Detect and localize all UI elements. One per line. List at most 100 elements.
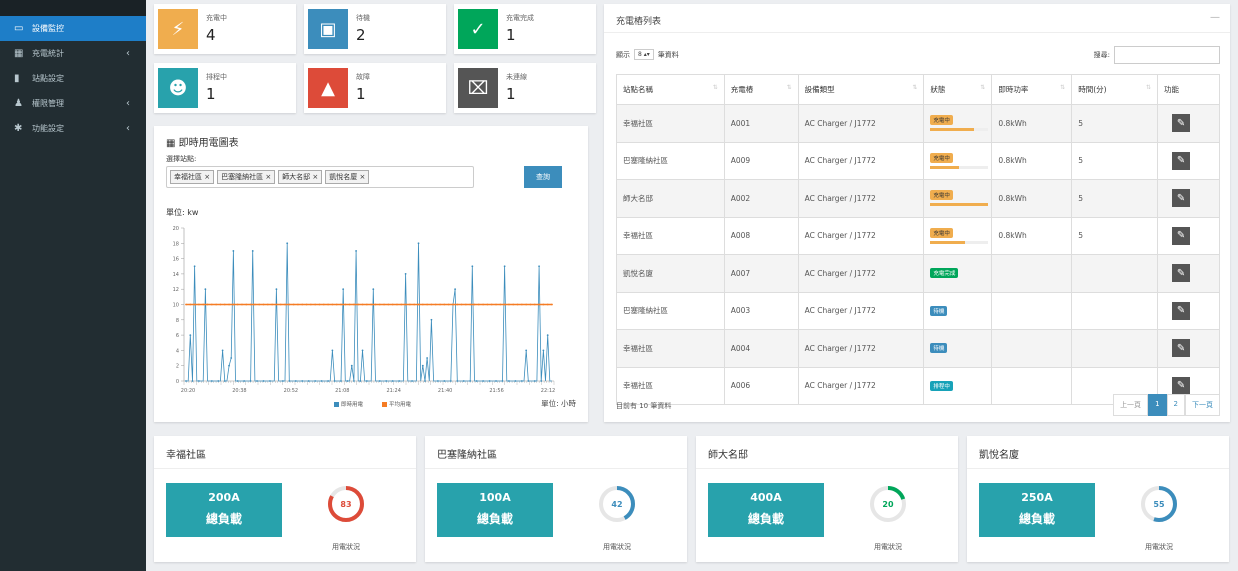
edit-icon[interactable]: ✎ — [1172, 301, 1191, 320]
site-tag[interactable]: 巴塞隆納社區 × — [217, 170, 276, 184]
status-badge: 充電完成 — [930, 268, 959, 279]
site-card: 巴塞隆納社區 100A 總負載 42 用電狀況 — [425, 436, 687, 562]
avg-point — [421, 303, 424, 306]
select-site-label: 選擇站點: — [166, 155, 197, 163]
data-point — [443, 380, 446, 382]
power-cell: 0.8kWh — [991, 104, 1073, 143]
site-tag[interactable]: 師大名邸 × — [278, 170, 323, 184]
avg-point — [520, 303, 523, 306]
data-point — [301, 380, 304, 382]
data-point — [488, 380, 491, 382]
search-input[interactable] — [1114, 46, 1220, 64]
table-row: 凱悅名廈 A007 AC Charger / J1772 充電完成 ✎ — [616, 254, 1220, 293]
status-cell: 待機 — [923, 329, 993, 368]
grid-icon: ▦ — [14, 48, 24, 59]
x-tick-label: 22:12 — [541, 388, 555, 394]
sidebar-item-0[interactable]: ▭ 設備監控 — [0, 16, 146, 41]
avg-point — [361, 303, 364, 306]
prev-page-button[interactable]: 上一頁 — [1113, 394, 1149, 416]
logo-strip — [0, 0, 146, 16]
data-point — [340, 380, 342, 382]
edit-icon[interactable]: ✎ — [1172, 339, 1191, 358]
data-point — [193, 265, 196, 268]
avg-point — [439, 303, 441, 306]
pile-cell: A002 — [723, 179, 799, 218]
minutes-cell: 5 — [1071, 141, 1159, 180]
data-point — [508, 380, 510, 382]
status-cell: 充電中 — [923, 179, 993, 218]
sort-icon[interactable]: ⇅ — [980, 84, 985, 91]
site-multiselect[interactable]: 幸福社區 × 巴塞隆納社區 × 師大名邸 × 凱悅名廈 × — [166, 166, 474, 188]
action-cell: ✎ — [1157, 254, 1220, 293]
edit-icon[interactable]: ✎ — [1172, 264, 1191, 283]
page-button[interactable]: 2 — [1166, 394, 1185, 416]
minutes-cell — [1071, 254, 1159, 293]
progress-fill — [930, 240, 966, 244]
page-button[interactable]: 1 — [1148, 394, 1167, 416]
table-title: 充電樁列表 — [616, 17, 662, 27]
site-tag[interactable]: 幸福社區 × — [170, 170, 215, 184]
data-point — [495, 380, 497, 382]
data-point — [501, 380, 504, 382]
site-cell: 巴塞隆納社區 — [616, 291, 725, 330]
usage-gauge: 55 — [1141, 486, 1177, 522]
warning-icon: ▲ — [308, 68, 348, 108]
column-header[interactable]: 時間(分) ⇅ — [1071, 74, 1159, 105]
sort-icon[interactable]: ⇅ — [912, 84, 917, 91]
data-point — [217, 380, 220, 382]
gauge-caption: 用電狀況 — [874, 543, 902, 551]
data-point — [191, 380, 194, 382]
data-point — [482, 380, 485, 382]
site-tag[interactable]: 凱悅名廈 × — [325, 170, 370, 184]
sort-icon[interactable]: ⇅ — [713, 84, 718, 91]
sidebar-item-4[interactable]: ✱ 功能設定 ‹ — [0, 116, 146, 141]
column-header[interactable]: 即時功率 ⇅ — [991, 74, 1073, 105]
sidebar-menu: ▭ 設備監控 ▦ 充電統計 ‹ ▮ 站點設定 ♟ 權限管理 ‹ ✱ 功能設定 ‹ — [0, 16, 146, 141]
chart-title-text: 即時用電圖表 — [178, 138, 239, 149]
column-header[interactable]: 設備類型 ⇅ — [797, 74, 925, 105]
data-point — [398, 380, 401, 382]
status-cell: 充電中 — [923, 104, 993, 143]
edit-icon[interactable]: ✎ — [1172, 189, 1191, 208]
edit-icon[interactable]: ✎ — [1172, 226, 1191, 245]
sort-icon[interactable]: ⇅ — [1060, 84, 1065, 91]
power-cell — [991, 254, 1073, 293]
site-cell: 幸福社區 — [616, 216, 725, 255]
pile-cell: A004 — [723, 329, 799, 368]
data-point — [189, 334, 192, 336]
status-badge: 待機 — [930, 305, 948, 316]
site-cell: 幸福社區 — [616, 329, 725, 368]
page-length-select[interactable]: 8 ▴▾ — [634, 49, 654, 60]
sidebar-item-3[interactable]: ♟ 權限管理 ‹ — [0, 91, 146, 116]
query-button[interactable]: 查詢 — [524, 166, 562, 188]
avg-point — [288, 303, 291, 306]
edit-icon[interactable]: ✎ — [1172, 151, 1191, 170]
sidebar-item-2[interactable]: ▮ 站點設定 — [0, 66, 146, 91]
sort-icon[interactable]: ⇅ — [1146, 84, 1151, 91]
sidebar-item-1[interactable]: ▦ 充電統計 ‹ — [0, 41, 146, 66]
next-page-button[interactable]: 下一頁 — [1185, 394, 1220, 416]
collapse-icon[interactable]: — — [1210, 12, 1220, 23]
edit-icon[interactable]: ✎ — [1172, 114, 1191, 133]
avg-point — [223, 303, 226, 306]
power-cell — [991, 291, 1073, 330]
table-search: 搜尋: — [1094, 46, 1220, 64]
status-label: 待機 — [356, 14, 370, 22]
y-tick-label: 20 — [173, 226, 179, 232]
site-name: 幸福社區 — [166, 450, 206, 461]
avg-point — [228, 303, 230, 306]
edit-icon[interactable]: ✎ — [1172, 376, 1191, 395]
gauge-value: 55 — [1153, 500, 1165, 509]
avg-point — [503, 303, 506, 306]
y-tick-label: 14 — [173, 272, 179, 278]
y-tick-label: 4 — [176, 348, 179, 354]
sort-icon[interactable]: ⇅ — [787, 84, 792, 91]
data-point — [546, 334, 549, 336]
column-header[interactable]: 站點名稱 ⇅ — [616, 74, 725, 105]
column-header[interactable]: 充電樁 ⇅ — [723, 74, 799, 105]
data-point — [417, 242, 420, 245]
column-header[interactable]: 狀態 ⇅ — [923, 74, 993, 105]
status-label: 故障 — [356, 73, 370, 81]
data-point — [249, 380, 252, 382]
status-card: ✓ 充電完成 1 — [454, 4, 596, 54]
